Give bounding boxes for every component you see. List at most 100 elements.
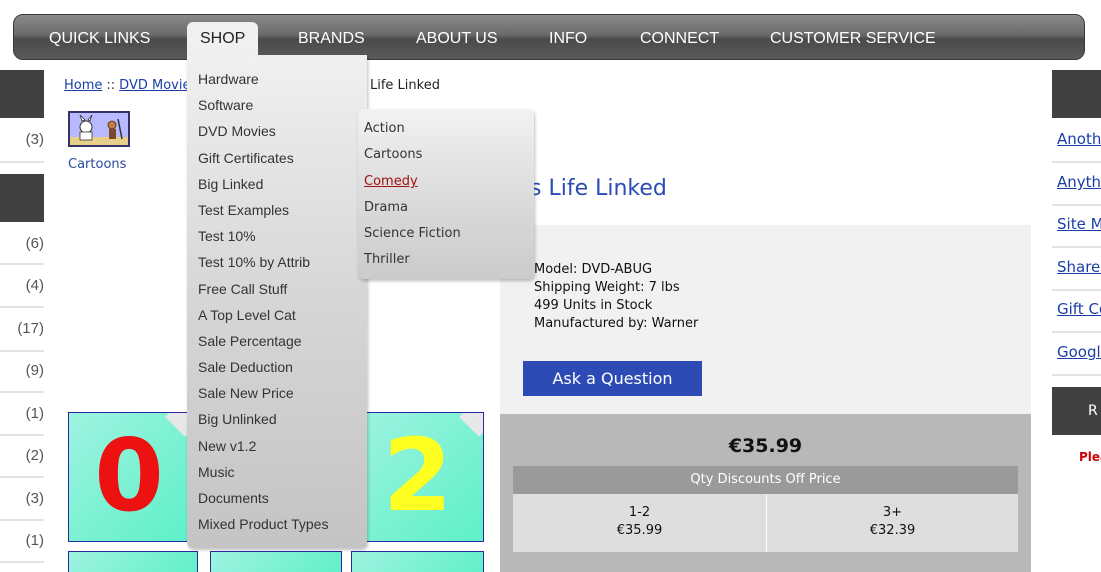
qty-discount-cell: 1-2 €35.99 — [513, 494, 766, 552]
divider — [1052, 246, 1101, 248]
spec-stock: 499 Units in Stock — [534, 298, 653, 313]
ask-question-button[interactable]: Ask a Question — [523, 361, 702, 396]
category-count: (1) — [25, 532, 44, 549]
divider — [0, 561, 44, 563]
sidebar-header-block — [1052, 70, 1101, 118]
sidebar-link[interactable]: Anoth — [1057, 130, 1101, 148]
sidebar-link[interactable]: Shared — [1057, 258, 1101, 276]
menu-item-new-v1-2[interactable]: New v1.2 — [198, 438, 256, 454]
qty-discount-header: Qty Discounts Off Price — [513, 466, 1018, 494]
menu-item-hardware[interactable]: Hardware — [198, 71, 259, 87]
category-thumbnail[interactable] — [68, 111, 130, 147]
divider — [0, 263, 44, 265]
tile-number: 0 — [94, 417, 164, 534]
cartoon-image-icon — [70, 113, 128, 145]
sidebar-header-block — [0, 70, 44, 118]
menu-item-sale-deduction[interactable]: Sale Deduction — [198, 359, 293, 375]
submenu-item-thriller[interactable]: Thriller — [364, 252, 410, 267]
divider — [0, 434, 44, 436]
product-tile[interactable]: 0 — [68, 412, 190, 542]
product-tile[interactable] — [68, 551, 198, 572]
menu-item-gift-certificates[interactable]: Gift Certificates — [198, 150, 294, 166]
category-count: (3) — [25, 131, 44, 148]
divider — [1052, 161, 1101, 163]
menu-item-sale-percentage[interactable]: Sale Percentage — [198, 333, 302, 349]
category-link[interactable]: Cartoons — [68, 157, 126, 172]
divider — [0, 476, 44, 478]
category-count: (17) — [17, 320, 44, 337]
menu-item-test-examples[interactable]: Test Examples — [198, 202, 289, 218]
qty-discount-cell: 3+ €32.39 — [767, 494, 1018, 552]
qty-range: 3+ — [882, 505, 903, 520]
submenu-item-action[interactable]: Action — [364, 121, 405, 136]
nav-customer-service[interactable]: CUSTOMER SERVICE — [770, 15, 936, 61]
divider — [1052, 289, 1101, 291]
submenu-item-science-fiction[interactable]: Science Fiction — [364, 226, 461, 241]
menu-item-software[interactable]: Software — [198, 97, 253, 113]
menu-item-test-10[interactable]: Test 10% — [198, 228, 256, 244]
sidebar-header-block — [0, 174, 44, 222]
product-specs: Model: DVD-ABUG Shipping Weight: 7 lbs 4… — [534, 261, 698, 333]
submenu-item-drama[interactable]: Drama — [364, 200, 408, 215]
category-count: (6) — [25, 235, 44, 252]
breadcrumb-current: Life Linked — [370, 78, 440, 93]
qty-price: €35.99 — [616, 523, 663, 538]
left-sidebar: (3) (6) (4) (17) (9) (1) (2) (3) (1) — [0, 70, 45, 572]
menu-item-dvd-movies[interactable]: DVD Movies — [198, 123, 276, 139]
main-nav-bar: QUICK LINKS SHOP BRANDS ABOUT US INFO CO… — [13, 14, 1085, 62]
product-tile[interactable] — [210, 551, 342, 572]
menu-item-a-top-level-cat[interactable]: A Top Level Cat — [198, 307, 296, 323]
divider — [1052, 331, 1101, 333]
nav-connect[interactable]: CONNECT — [640, 15, 719, 61]
menu-item-music[interactable]: Music — [198, 464, 235, 480]
sidebar-note: Plea — [1079, 450, 1101, 464]
divider — [0, 391, 44, 393]
sidebar-link[interactable]: Gift Ce — [1057, 300, 1101, 318]
breadcrumb-dvd-link[interactable]: DVD Movies — [119, 78, 197, 93]
breadcrumb: Home:: DVD Movies — [64, 78, 197, 93]
category-count: (1) — [25, 405, 44, 422]
nav-quick-links[interactable]: QUICK LINKS — [49, 15, 150, 61]
spec-manufacturer: Manufactured by: Warner — [534, 316, 699, 331]
menu-item-big-linked[interactable]: Big Linked — [198, 176, 263, 192]
submenu-item-cartoons[interactable]: Cartoons — [364, 147, 422, 162]
product-tile[interactable] — [351, 551, 484, 572]
sidebar-link[interactable]: Site M — [1057, 215, 1101, 233]
dvd-submenu: Action Cartoons Comedy Drama Science Fic… — [358, 109, 534, 279]
menu-item-free-call-stuff[interactable]: Free Call Stuff — [198, 281, 287, 297]
category-count: (3) — [25, 490, 44, 507]
price-box: €35.99 Qty Discounts Off Price 1-2 €35.9… — [500, 414, 1031, 572]
sidebar-header-block: R — [1052, 387, 1101, 435]
nav-about-us[interactable]: ABOUT US — [416, 15, 498, 61]
menu-item-test-10-by-attrib[interactable]: Test 10% by Attrib — [198, 254, 310, 270]
product-price: €35.99 — [728, 435, 803, 457]
right-sidebar: Anoth Anythi Site M Shared Gift Ce Googl… — [1052, 70, 1101, 572]
sidebar-link[interactable]: Anythi — [1057, 173, 1101, 191]
category-count: (2) — [25, 447, 44, 464]
menu-item-documents[interactable]: Documents — [198, 490, 269, 506]
shop-dropdown-menu: Hardware Software DVD Movies Gift Certif… — [187, 55, 367, 548]
divider — [1052, 204, 1101, 206]
divider — [0, 306, 44, 308]
divider — [0, 519, 44, 521]
menu-item-big-unlinked[interactable]: Big Unlinked — [198, 411, 277, 427]
qty-range: 1-2 — [628, 505, 651, 520]
spec-weight: Shipping Weight: 7 lbs — [534, 280, 680, 295]
menu-item-sale-new-price[interactable]: Sale New Price — [198, 385, 294, 401]
nav-info[interactable]: INFO — [549, 15, 587, 61]
breadcrumb-home-link[interactable]: Home — [64, 78, 102, 93]
submenu-item-comedy[interactable]: Comedy — [364, 174, 418, 189]
menu-item-mixed-product-types[interactable]: Mixed Product Types — [198, 516, 328, 532]
divider — [0, 350, 44, 352]
divider — [1052, 374, 1101, 376]
breadcrumb-separator: :: — [106, 78, 116, 93]
tile-number: 2 — [382, 417, 453, 534]
sidebar-link[interactable]: Google — [1057, 343, 1101, 361]
product-tile[interactable]: 2 — [351, 412, 484, 542]
divider — [0, 161, 44, 163]
category-count: (9) — [25, 362, 44, 379]
product-title: s Life Linked — [530, 176, 667, 201]
category-count: (4) — [25, 277, 44, 294]
spec-model: Model: DVD-ABUG — [534, 262, 653, 277]
qty-price: €32.39 — [869, 523, 916, 538]
